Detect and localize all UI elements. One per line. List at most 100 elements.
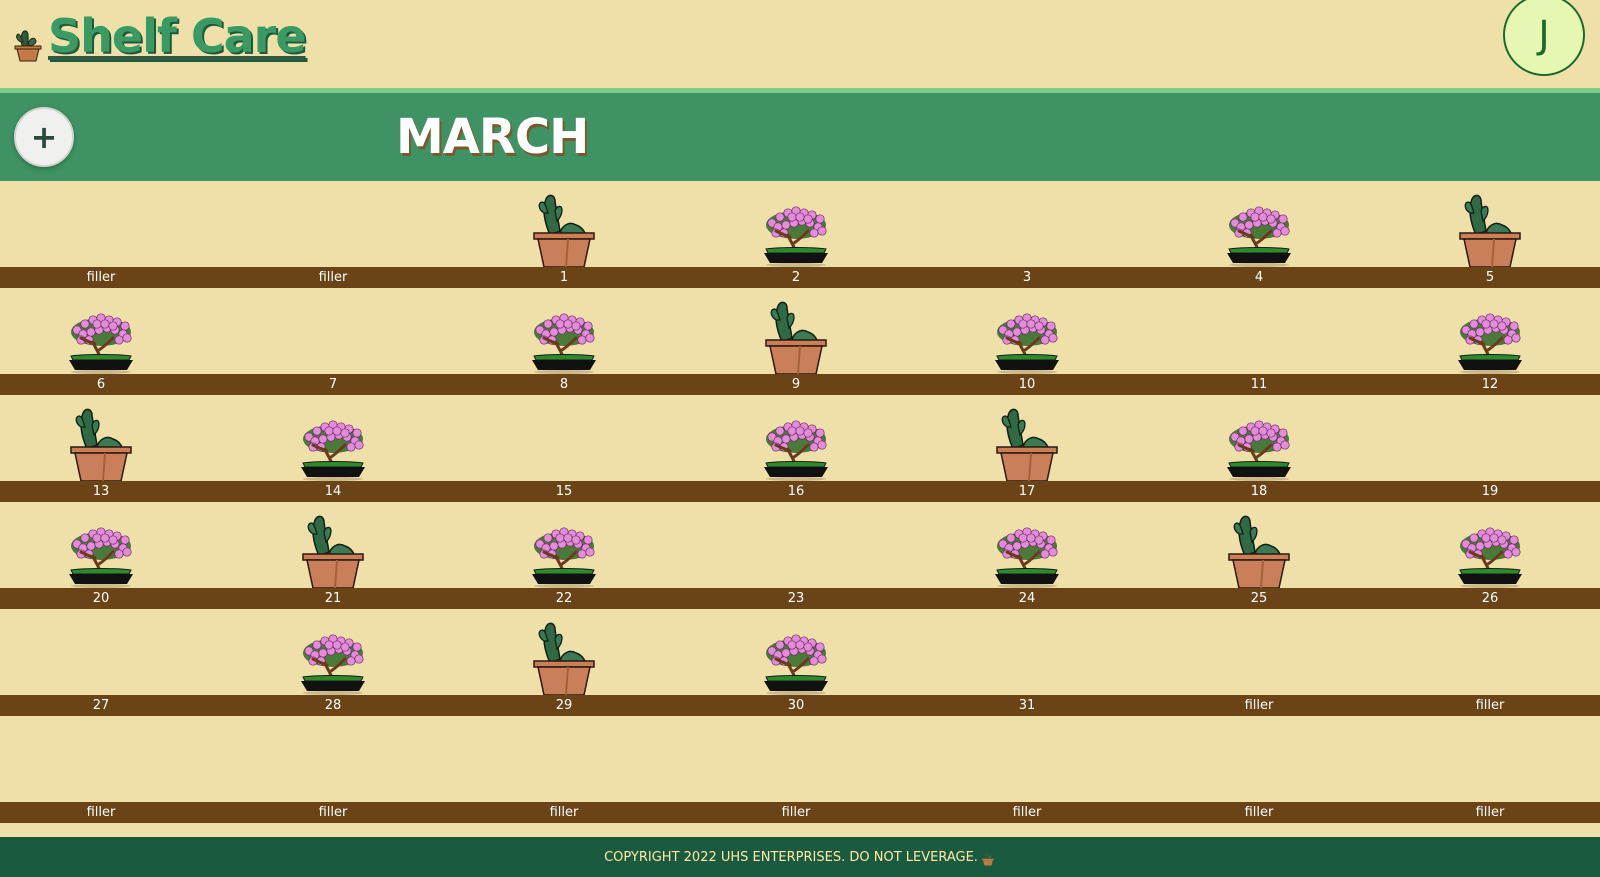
day-label: 15 [555,484,573,499]
day-label: filler [86,270,116,285]
day-label: filler [1244,698,1274,713]
day-label: 4 [1254,270,1264,285]
day-label: 24 [1018,591,1036,606]
calendar-day-cell[interactable]: 16 [680,395,912,502]
day-label: 6 [96,377,106,392]
calendar-day-cell[interactable]: 4 [1143,181,1375,288]
month-title: MARCH [396,109,589,165]
bonsai-plant-icon[interactable] [63,508,139,588]
calendar-day-cell[interactable]: 27 [0,609,217,716]
calendar-week: 27 28 29 30 31 filler filler [0,609,1600,716]
day-label: 17 [1018,484,1036,499]
cactus-plant-icon[interactable] [526,187,602,267]
day-label: filler [318,270,348,285]
bonsai-plant-icon[interactable] [1221,187,1297,267]
day-label: filler [1012,805,1042,820]
calendar-day-cell[interactable]: 11 [1143,288,1375,395]
calendar-filler-cell: filler [217,181,449,288]
bonsai-plant-icon[interactable] [63,294,139,374]
calendar-day-cell[interactable]: 8 [448,288,680,395]
cactus-plant-icon[interactable] [63,401,139,481]
calendar-day-cell[interactable]: 17 [911,395,1143,502]
calendar-filler-cell: filler [1143,609,1375,716]
calendar-day-cell[interactable]: 22 [448,502,680,609]
calendar-filler-cell: filler [0,716,217,823]
bonsai-plant-icon[interactable] [526,294,602,374]
calendar-week: filler filler 1 2 3 4 5 [0,181,1600,288]
bonsai-plant-icon[interactable] [295,401,371,481]
day-label: 12 [1481,377,1499,392]
calendar-day-cell[interactable]: 15 [448,395,680,502]
day-label: 22 [555,591,573,606]
day-label: 3 [1022,270,1032,285]
cactus-plant-icon[interactable] [295,508,371,588]
header: Shelf Care J [0,0,1600,88]
calendar-week: filler filler filler filler filler filler fill… [0,716,1600,823]
potted-cactus-icon [982,852,994,866]
calendar-day-cell[interactable]: 13 [0,395,217,502]
calendar-day-cell[interactable]: 2 [680,181,912,288]
user-avatar[interactable]: J [1503,0,1585,76]
calendar-day-cell[interactable]: 28 [217,609,449,716]
bonsai-plant-icon[interactable] [758,615,834,695]
calendar-day-cell[interactable]: 21 [217,502,449,609]
cactus-plant-icon[interactable] [1452,187,1528,267]
day-label: filler [549,805,579,820]
day-label: 20 [92,591,110,606]
calendar-day-cell[interactable]: 25 [1143,502,1375,609]
day-label: 7 [328,377,338,392]
calendar-filler-cell: filler [911,716,1143,823]
bonsai-plant-icon[interactable] [989,294,1065,374]
calendar-grid: filler filler 1 2 3 4 5 6 7 8 9 10 11 12 13 14 15 16 17 18 1… [0,181,1600,826]
calendar-day-cell[interactable]: 18 [1143,395,1375,502]
day-label: 23 [787,591,805,606]
day-label: 5 [1485,270,1495,285]
day-label: 30 [787,698,805,713]
day-label: 8 [559,377,569,392]
day-label: 2 [791,270,801,285]
calendar-day-cell[interactable]: 5 [1374,181,1600,288]
bonsai-plant-icon[interactable] [1452,508,1528,588]
calendar-day-cell[interactable]: 29 [448,609,680,716]
bonsai-plant-icon[interactable] [1221,401,1297,481]
bonsai-plant-icon[interactable] [989,508,1065,588]
day-label: 13 [92,484,110,499]
calendar-day-cell[interactable]: 23 [680,502,912,609]
calendar-day-cell[interactable]: 9 [680,288,912,395]
calendar-day-cell[interactable]: 19 [1374,395,1600,502]
home-logo-link[interactable]: Shelf Care [10,8,307,63]
bonsai-plant-icon[interactable] [758,401,834,481]
day-label: 25 [1250,591,1268,606]
bonsai-plant-icon[interactable] [758,187,834,267]
calendar-day-cell[interactable]: 3 [911,181,1143,288]
calendar-day-cell[interactable]: 14 [217,395,449,502]
calendar-day-cell[interactable]: 31 [911,609,1143,716]
bonsai-plant-icon[interactable] [295,615,371,695]
add-plant-button[interactable]: + [14,107,74,167]
day-label: 9 [791,377,801,392]
calendar-day-cell[interactable]: 6 [0,288,217,395]
calendar-day-cell[interactable]: 1 [448,181,680,288]
calendar-day-cell[interactable]: 30 [680,609,912,716]
calendar-filler-cell: filler [1374,716,1600,823]
bonsai-plant-icon[interactable] [1452,294,1528,374]
day-label: 29 [555,698,573,713]
calendar-day-cell[interactable]: 7 [217,288,449,395]
cactus-plant-icon[interactable] [1221,508,1297,588]
cactus-plant-icon[interactable] [526,615,602,695]
cactus-plant-icon[interactable] [989,401,1065,481]
day-label: 11 [1250,377,1268,392]
calendar-day-cell[interactable]: 24 [911,502,1143,609]
bonsai-plant-icon[interactable] [526,508,602,588]
day-label: 14 [324,484,342,499]
calendar-week: 20 21 22 23 24 25 26 [0,502,1600,609]
day-label: filler [1475,698,1505,713]
calendar-filler-cell: filler [448,716,680,823]
day-label: 31 [1018,698,1036,713]
calendar-day-cell[interactable]: 10 [911,288,1143,395]
app-title: Shelf Care [48,9,307,63]
calendar-day-cell[interactable]: 20 [0,502,217,609]
cactus-plant-icon[interactable] [758,294,834,374]
calendar-day-cell[interactable]: 26 [1374,502,1600,609]
calendar-day-cell[interactable]: 12 [1374,288,1600,395]
